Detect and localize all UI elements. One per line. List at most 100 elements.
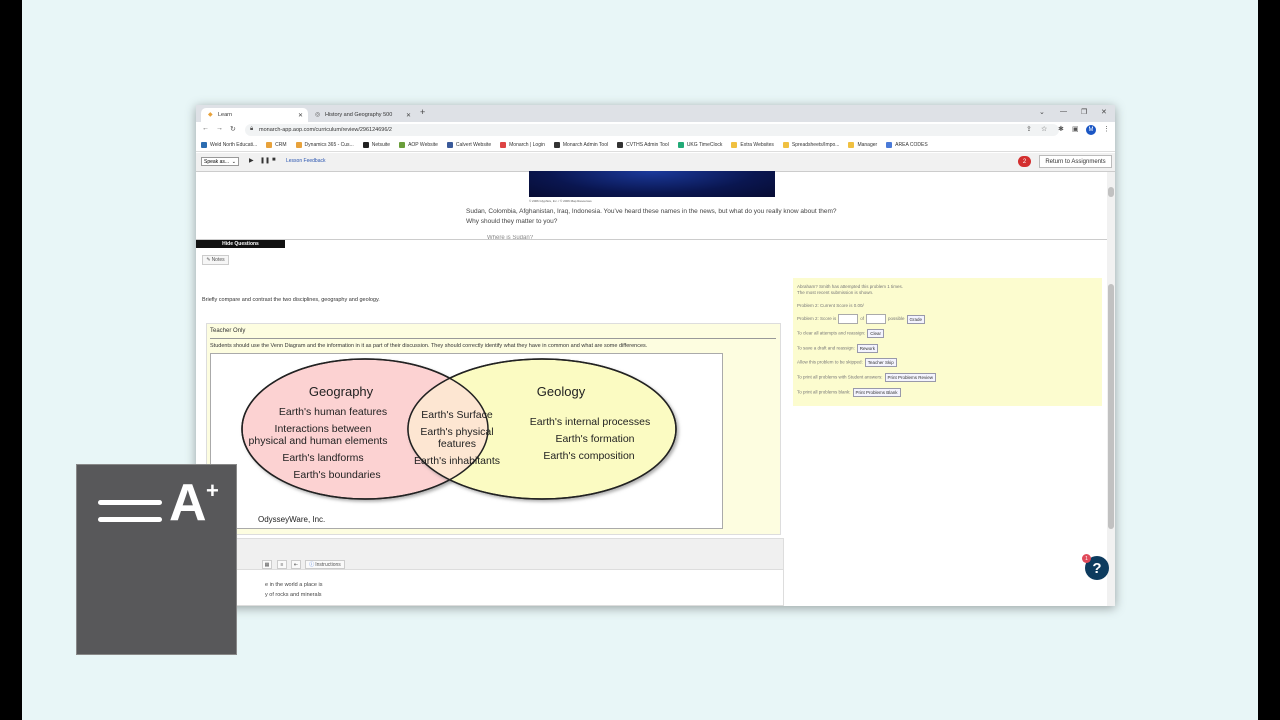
teacher-instructions: Students should use the Venn Diagram and… xyxy=(210,343,648,349)
geology-title: Geology xyxy=(537,384,586,399)
speak-as-select[interactable]: Speak as... ⌄ xyxy=(201,157,239,166)
grade-button[interactable]: Grade xyxy=(906,314,926,324)
bookmark-item[interactable]: Weld North Educati... xyxy=(201,141,257,148)
question-text: Briefly compare and contrast the two dis… xyxy=(202,297,380,303)
possible-label: possible xyxy=(888,316,905,322)
pause-icon[interactable]: ❚❚ xyxy=(260,157,270,164)
bookmark-item[interactable]: CVTHS Admin Tool xyxy=(617,141,669,148)
editor-toolbar: ▦ ≡ ⇤ ⓘ Instructions xyxy=(207,539,783,570)
page-scrollbar[interactable] xyxy=(1107,172,1115,606)
chevron-down-icon: ⌄ xyxy=(231,158,236,165)
bookmark-item[interactable]: AOP Website xyxy=(399,141,438,148)
list-tool-icon[interactable]: ≡ xyxy=(277,560,287,569)
new-tab-icon[interactable]: + xyxy=(420,107,425,117)
lesson-feedback-link[interactable]: Lesson Feedback xyxy=(286,158,325,164)
help-badge: 1 xyxy=(1082,554,1091,563)
minimize-icon[interactable]: — xyxy=(1060,108,1067,115)
bookmark-item[interactable]: Monarch Admin Tool xyxy=(553,141,609,148)
bookmark-item[interactable]: AREA CODES xyxy=(886,141,928,148)
bookmark-label: Extra Websites xyxy=(740,141,774,148)
print-problems-review-button[interactable]: Print Problems Review xyxy=(884,373,937,382)
answer-editor[interactable]: ▦ ≡ ⇤ ⓘ Instructions e in the world a pl… xyxy=(206,538,784,606)
menu-kebab-icon[interactable]: ⋮ xyxy=(1103,125,1110,133)
hide-questions-button[interactable]: Hide Questions xyxy=(196,240,285,248)
rework-button[interactable]: Rework xyxy=(856,344,879,353)
score-label: Problem 2: Score is xyxy=(797,316,837,322)
notification-badge[interactable]: 2 xyxy=(1018,156,1031,167)
reload-icon[interactable]: ↻ xyxy=(230,125,236,133)
bookmark-item[interactable]: UKG TimeClock xyxy=(677,141,722,148)
play-icon[interactable]: ▶ xyxy=(249,157,254,164)
print-review-text: To print all problems with Student answe… xyxy=(797,374,883,380)
sidepanel-icon[interactable]: ▣ xyxy=(1072,125,1079,133)
bookmark-item[interactable]: Manager xyxy=(848,141,877,148)
forward-icon[interactable]: → xyxy=(216,125,223,132)
menu-line-icon xyxy=(98,500,162,505)
chevron-down-icon[interactable]: ⌄ xyxy=(1039,108,1045,116)
lock-icon: 🔒︎ xyxy=(250,126,254,132)
rework-text: To save a draft and reassign: xyxy=(797,345,855,351)
close-tab-icon[interactable]: ✕ xyxy=(406,112,411,119)
bookmark-favicon-icon xyxy=(677,141,684,148)
geography-item: Earth's boundaries xyxy=(293,469,380,481)
tab-label: History and Geography 500 xyxy=(325,112,393,118)
back-icon[interactable]: ← xyxy=(202,125,209,132)
skip-row: Allow this problem to be skipped: Teacher… xyxy=(797,358,897,367)
restore-icon[interactable]: ❐ xyxy=(1081,108,1087,116)
bookmark-item[interactable]: Monarch | Login xyxy=(500,141,545,148)
bookmark-favicon-icon xyxy=(886,141,893,148)
instructions-button[interactable]: ⓘ Instructions xyxy=(305,560,345,569)
bookmark-favicon-icon xyxy=(617,141,624,148)
return-to-assignments-button[interactable]: Return to Assignments xyxy=(1039,155,1112,168)
close-window-icon[interactable]: ✕ xyxy=(1101,108,1107,116)
bookmark-favicon-icon xyxy=(553,141,560,148)
top-scroll-thumb[interactable] xyxy=(1108,187,1114,197)
bookmark-label: AOP Website xyxy=(408,141,438,148)
bookmark-label: CRM xyxy=(275,141,287,148)
outdent-tool-icon[interactable]: ⇤ xyxy=(291,560,301,569)
share-icon[interactable]: ⇪ xyxy=(1026,125,1032,133)
possible-input[interactable] xyxy=(866,314,887,324)
image-tool-icon[interactable]: ▦ xyxy=(262,560,272,569)
bookmark-favicon-icon xyxy=(362,141,369,148)
browser-window: ◆ Learn ✕ ◎ History and Geography 500 ✕ … xyxy=(196,105,1115,606)
scroll-thumb[interactable] xyxy=(1108,284,1114,529)
profile-avatar[interactable]: M xyxy=(1086,125,1096,135)
venn-diagram-image: Geography Earth's human features Interac… xyxy=(210,353,723,529)
bookmark-favicon-icon xyxy=(731,141,738,148)
clear-button[interactable]: Clear xyxy=(867,329,885,338)
teacher-skip-button[interactable]: Teacher Skip xyxy=(864,358,897,367)
geography-title: Geography xyxy=(309,384,374,399)
extensions-icon[interactable]: ✱ xyxy=(1058,125,1064,133)
stop-icon[interactable]: ■ xyxy=(272,157,276,163)
bookmark-label: AREA CODES xyxy=(895,141,928,148)
print-problems-blank-button[interactable]: Print Problems Blank xyxy=(852,388,901,397)
bookmark-label: Spreadsheets/Impo... xyxy=(791,141,840,148)
bookmark-item[interactable]: Dynamics 365 - Cus... xyxy=(295,141,354,148)
skip-text: Allow this problem to be skipped: xyxy=(797,359,863,365)
current-score-text: Problem 2: Current Score is 0.00/ xyxy=(797,303,864,308)
text-size-accessibility-widget[interactable]: A + xyxy=(76,464,237,655)
geology-item: Earth's formation xyxy=(555,433,634,445)
overlap-item: Earth's physical xyxy=(420,426,493,438)
bookmark-item[interactable]: Extra Websites xyxy=(731,141,774,148)
bookmark-star-icon[interactable]: ☆ xyxy=(1041,125,1047,133)
teacher-only-panel: Teacher Only Students should use the Ven… xyxy=(206,323,781,535)
close-tab-icon[interactable]: ✕ xyxy=(298,112,303,119)
bookmark-item[interactable]: Netsuite xyxy=(362,141,390,148)
geology-item: Earth's internal processes xyxy=(530,416,650,428)
venn-diagram: Geography Earth's human features Interac… xyxy=(241,358,677,524)
teacher-only-title: Teacher Only xyxy=(210,328,246,334)
tab-learn[interactable]: ◆ Learn ✕ xyxy=(201,108,308,122)
bookmark-item[interactable]: CRM xyxy=(266,141,287,148)
bookmark-label: Monarch Admin Tool xyxy=(562,141,609,148)
bookmark-favicon-icon xyxy=(848,141,855,148)
image-caption: © 2006 Glyphics, Inc. / © 2006 Map Resou… xyxy=(529,199,592,203)
score-input[interactable] xyxy=(838,314,859,324)
address-bar[interactable]: 🔒︎ monarch-app.aop.com/curriculum/review… xyxy=(245,124,1059,136)
notes-button[interactable]: ✎ Notes xyxy=(202,255,229,265)
tab-history-geography[interactable]: ◎ History and Geography 500 ✕ xyxy=(308,108,416,122)
bookmark-item[interactable]: Spreadsheets/Impo... xyxy=(782,141,840,148)
lesson-paragraph: Sudan, Colombia, Afghanistan, Iraq, Indo… xyxy=(466,208,837,225)
bookmark-item[interactable]: Calvert Website xyxy=(446,141,491,148)
